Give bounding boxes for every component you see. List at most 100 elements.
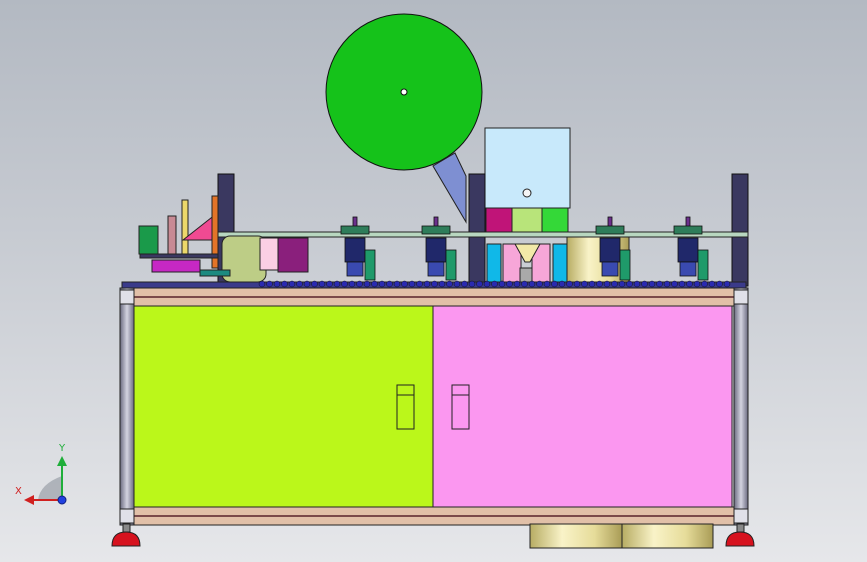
base-cylinder-left: [529, 523, 623, 549]
conveyor-roller: [693, 280, 701, 288]
conveyor-roller: [588, 280, 596, 288]
sensor-part: [619, 249, 631, 281]
conveyor-roller: [288, 280, 296, 288]
conveyor-roller: [468, 280, 476, 288]
conveyor-roller: [686, 280, 693, 288]
conveyor-roller: [581, 280, 588, 288]
conveyor-roller: [566, 280, 573, 288]
conveyor-roller: [708, 280, 716, 288]
y-axis-arrowhead: [57, 456, 67, 466]
sensor-part: [364, 249, 376, 281]
base-cylinder: [529, 523, 714, 549]
conveyor-roller: [356, 280, 363, 288]
sensor-part: [677, 237, 699, 263]
left-foot-stem: [122, 523, 131, 533]
sensor-part: [352, 216, 358, 228]
conveyor-roller: [656, 280, 663, 288]
conveyor-roller: [663, 280, 671, 288]
feeder-block-purple: [277, 237, 309, 273]
conveyor-roller: [633, 280, 641, 288]
conveyor-roller: [603, 280, 611, 288]
conveyor-roller: [461, 280, 468, 288]
corner-block-tr: [733, 289, 749, 305]
conveyor-roller: [528, 280, 536, 288]
left-door-panel: [133, 305, 434, 508]
conveyor-roller: [453, 280, 461, 288]
conveyor-roller: [446, 280, 453, 288]
conveyor-roller: [723, 280, 731, 288]
right-door-panel: [432, 305, 733, 508]
feeder-roller: [151, 259, 201, 273]
sensor-part: [344, 237, 366, 263]
frame-left-upright: [119, 287, 135, 526]
sensor-part: [697, 249, 709, 281]
sensor-part: [679, 261, 697, 277]
conveyor-roller: [648, 280, 656, 288]
conveyor-roller: [378, 280, 386, 288]
frame-right-upright: [733, 287, 749, 526]
motor-box-bolt: [522, 188, 532, 198]
base-cylinder-right: [621, 523, 714, 549]
conveyor-roller: [296, 280, 303, 288]
cabinet-right-door[interactable]: [432, 305, 733, 508]
sensor-part: [445, 249, 457, 281]
y-axis-label: Y: [59, 443, 66, 454]
left-foot: [111, 523, 141, 547]
left-foot-pad: [111, 531, 141, 547]
press-block-magenta: [485, 207, 513, 235]
sensor-head: [673, 216, 709, 281]
conveyor-roller: [678, 280, 686, 288]
feeder-guide: [199, 269, 231, 277]
sensor-part: [601, 261, 619, 277]
sensor-part: [685, 216, 691, 228]
conveyor-roller: [491, 280, 498, 288]
sensor-part: [425, 237, 447, 263]
triad-plane: [38, 476, 62, 500]
conveyor-roller: [363, 280, 371, 288]
x-axis-label: X: [15, 486, 22, 497]
sensor-part: [433, 216, 439, 228]
feeder-base: [139, 253, 219, 259]
right-foot: [725, 523, 755, 547]
conveyor-roller: [536, 280, 543, 288]
sensor-part: [421, 225, 451, 235]
top-rail: [217, 231, 749, 238]
sensor-part: [673, 225, 703, 235]
conveyor-roller: [611, 280, 618, 288]
conveyor-roller: [438, 280, 446, 288]
conveyor-roller: [521, 280, 528, 288]
conveyor-roller: [701, 280, 708, 288]
right-foot-pad: [725, 531, 755, 547]
conveyor-roller: [273, 280, 281, 288]
right-post: [731, 173, 749, 287]
z-axis-dot: [57, 495, 67, 505]
feeder-column: [167, 215, 177, 257]
right-foot-stem: [736, 523, 745, 533]
conveyor-roller: [281, 280, 288, 288]
conveyor-roller: [543, 280, 551, 288]
corner-block-bl: [119, 508, 135, 524]
corner-block-br: [733, 508, 749, 524]
conveyor-roller: [266, 280, 273, 288]
conveyor-roller: [401, 280, 408, 288]
conveyor-roller: [386, 280, 393, 288]
conveyor-roller: [408, 280, 416, 288]
axis-triad: [24, 456, 67, 505]
conveyor-roller: [423, 280, 431, 288]
press-block-green: [541, 207, 569, 235]
conveyor-roller: [393, 280, 401, 288]
press-nozzle: [519, 267, 533, 283]
conveyor-roller: [596, 280, 603, 288]
conveyor-roller: [618, 280, 626, 288]
conveyor-rollers: [258, 280, 731, 288]
conveyor-roller: [626, 280, 633, 288]
feeder-motor: [138, 225, 159, 255]
cad-viewport[interactable]: [0, 0, 867, 562]
conveyor-roller: [303, 280, 311, 288]
cabinet-left-door[interactable]: [133, 305, 434, 508]
conveyor-roller: [716, 280, 723, 288]
conveyor-roller: [476, 280, 483, 288]
conveyor-roller: [341, 280, 348, 288]
tape-reel[interactable]: [325, 13, 483, 171]
conveyor-roller: [311, 280, 318, 288]
